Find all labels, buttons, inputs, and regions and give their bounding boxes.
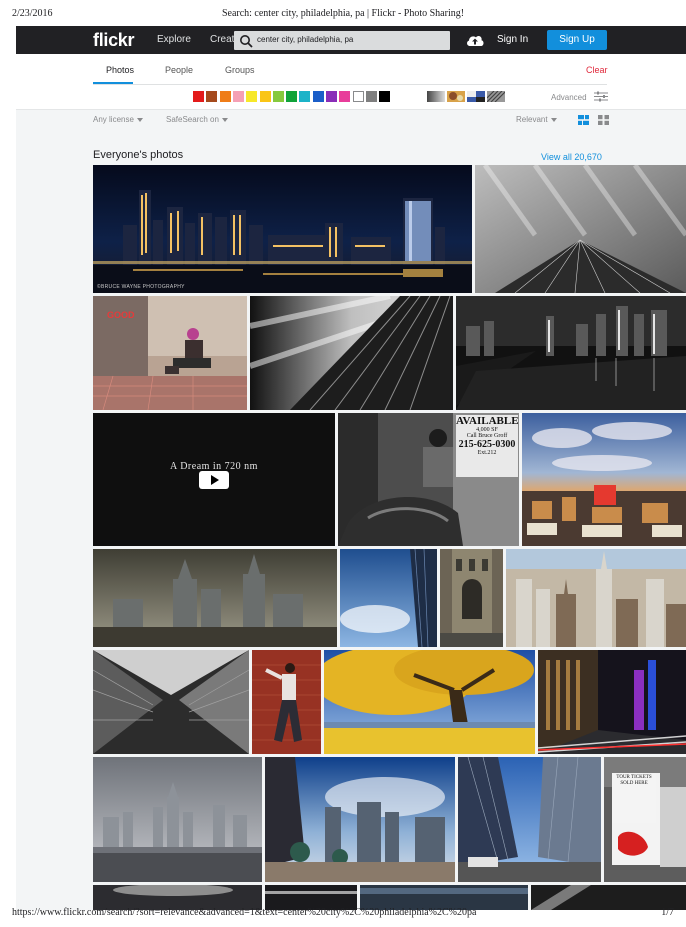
print-header: 2/23/2016 Search: center city, philadelp… — [12, 8, 674, 22]
photo-aerial-sunset[interactable] — [522, 413, 686, 546]
photo-skyscraper-bw[interactable] — [250, 296, 453, 410]
sign-line: SOLD HERE — [620, 781, 648, 786]
play-icon[interactable] — [199, 471, 229, 489]
tab-people[interactable]: People — [165, 65, 193, 75]
flickr-logo[interactable]: flickr — [93, 30, 135, 51]
tab-photos[interactable]: Photos — [106, 65, 134, 75]
upload-cloud-icon[interactable] — [466, 33, 484, 47]
chevron-down-icon — [136, 117, 143, 122]
available-sign: AVAILABLE 4,000 SF Call Bruce Groff 215-… — [456, 415, 519, 456]
photo-dancer[interactable] — [252, 650, 321, 754]
color-swatch[interactable] — [339, 91, 351, 102]
sort-bar: Any license SafeSearch on Relevant — [16, 110, 686, 130]
print-url: https://www.flickr.com/search/?sort=rele… — [12, 907, 477, 918]
photo-grid: ©BRUCE WAYNE PHOTOGRAPHY GOOD A Dream in… — [93, 165, 686, 910]
search-query: center city, philadelphia, pa — [257, 35, 354, 44]
grid-view-icon[interactable] — [598, 115, 609, 125]
search-tabs: Photos People Groups Clear — [16, 54, 686, 85]
sign-line: 215-625-0300 — [458, 439, 516, 450]
color-swatch[interactable] — [286, 91, 298, 102]
section-title: Everyone's photos — [93, 149, 184, 161]
top-navbar: flickr Explore Creat center city, philad… — [16, 26, 686, 54]
color-swatch[interactable] — [232, 91, 244, 102]
photo-street-towers[interactable] — [458, 757, 601, 882]
photo-plaza-towers[interactable] — [265, 757, 455, 882]
tab-groups[interactable]: Groups — [225, 65, 255, 75]
chevron-down-icon — [221, 117, 228, 122]
photo-aerial-downtown[interactable] — [506, 549, 686, 647]
photo-skyline-night[interactable]: ©BRUCE WAYNE PHOTOGRAPHY — [93, 165, 472, 293]
nav-create[interactable]: Creat — [210, 34, 234, 45]
photo-converging-towers[interactable] — [93, 650, 249, 754]
filter-black-white-icon[interactable] — [427, 91, 445, 102]
active-tab-indicator — [93, 82, 133, 84]
color-filter-bar: Advanced — [16, 85, 686, 110]
photo-city-hall-towers[interactable] — [93, 549, 337, 647]
advanced-settings-icon[interactable] — [594, 91, 608, 102]
photo-arched-building[interactable] — [440, 549, 503, 647]
photo-building-blur[interactable] — [475, 165, 686, 293]
sort-label: Relevant — [516, 115, 548, 124]
print-title: Search: center city, philadelphia, pa | … — [221, 8, 465, 19]
ticket-sign: TOUR TICKETS SOLD HERE — [612, 773, 656, 823]
color-swatch[interactable] — [299, 91, 311, 102]
filter-patterns-icon[interactable] — [487, 91, 505, 102]
color-swatch[interactable] — [206, 91, 218, 102]
photo-skyline-cloudy[interactable] — [93, 757, 262, 882]
color-swatch[interactable] — [259, 91, 271, 102]
search-input[interactable]: center city, philadelphia, pa — [234, 31, 450, 50]
filter-shallow-depth-icon[interactable] — [447, 91, 465, 102]
color-swatch[interactable] — [193, 91, 204, 102]
nav-explore[interactable]: Explore — [157, 34, 191, 45]
color-swatch[interactable] — [219, 91, 231, 102]
view-all-link[interactable]: View all 20,670 — [541, 152, 602, 162]
photo-glass-tower-sky[interactable] — [340, 549, 437, 647]
safesearch-dropdown[interactable]: SafeSearch on — [166, 115, 228, 124]
color-swatch[interactable] — [246, 91, 258, 102]
sign-line: AVAILABLE — [456, 415, 519, 427]
photo-available-sign[interactable]: AVAILABLE 4,000 SF Call Bruce Groff 215-… — [338, 413, 519, 546]
color-swatch[interactable] — [312, 91, 324, 102]
photo-street-person[interactable]: GOOD — [93, 296, 247, 410]
photo-ticket-sign[interactable]: TOUR TICKETS SOLD HERE — [604, 757, 686, 882]
flickr-page: flickr Explore Creat center city, philad… — [16, 26, 686, 910]
justified-view-icon[interactable] — [578, 115, 589, 125]
color-swatch[interactable] — [352, 91, 364, 102]
search-icon — [240, 35, 253, 48]
svg-text:GOOD: GOOD — [107, 310, 135, 320]
photo-golden-tree[interactable] — [324, 650, 535, 754]
chevron-down-icon — [550, 117, 557, 122]
advanced-label[interactable]: Advanced — [551, 93, 587, 102]
photo-river-skyline-bw[interactable] — [456, 296, 686, 410]
print-page-number: 1/7 — [661, 907, 674, 918]
photo-watermark: ©BRUCE WAYNE PHOTOGRAPHY — [97, 284, 185, 290]
print-footer: https://www.flickr.com/search/?sort=rele… — [12, 907, 674, 921]
color-swatch[interactable] — [365, 91, 377, 102]
color-swatch[interactable] — [326, 91, 337, 102]
color-swatch[interactable] — [379, 91, 391, 102]
sign-line: Ext.212 — [477, 450, 497, 456]
safesearch-label: SafeSearch on — [166, 115, 219, 124]
license-label: Any license — [93, 115, 134, 124]
color-swatch[interactable] — [272, 91, 284, 102]
sign-up-button[interactable]: Sign Up — [547, 30, 607, 50]
filter-minimalist-icon[interactable] — [467, 91, 485, 102]
sign-in-link[interactable]: Sign In — [497, 34, 528, 45]
video-a-dream[interactable]: A Dream in 720 nm — [93, 413, 335, 546]
license-dropdown[interactable]: Any license — [93, 115, 143, 124]
clear-link[interactable]: Clear — [586, 65, 608, 75]
photo-night-street[interactable] — [538, 650, 686, 754]
sort-dropdown[interactable]: Relevant — [516, 115, 557, 124]
